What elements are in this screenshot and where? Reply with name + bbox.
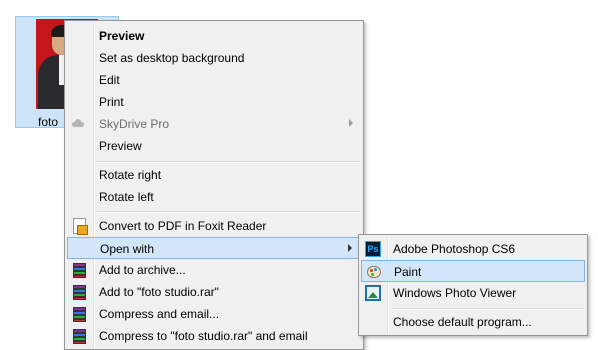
submenu-arrow-icon (348, 244, 352, 252)
pdf-icon (71, 218, 88, 235)
menu-item-rotate-left[interactable]: Rotate left (67, 186, 361, 208)
menu-item-add-to-archive[interactable]: Add to archive... (67, 259, 361, 281)
menu-item-compress-and-email[interactable]: Compress and email... (67, 303, 361, 325)
desktop[interactable]: foto Preview Set as desktop background E… (0, 0, 598, 350)
menu-item-print[interactable]: Print (67, 91, 361, 113)
paint-icon (366, 264, 382, 280)
submenu-arrow-icon (349, 119, 353, 127)
winrar-icon (71, 284, 87, 300)
menu-item-compress-to-rar-and-email[interactable]: Compress to "foto studio.rar" and email (67, 325, 361, 347)
menu-item-skydrive-pro[interactable]: SkyDrive Pro (67, 113, 361, 135)
menu-item-preview-default[interactable]: Preview (67, 25, 361, 47)
photoshop-icon: Ps (365, 241, 381, 257)
menu-item-open-with[interactable]: Open with (67, 237, 361, 259)
file-name-label: foto (38, 115, 59, 129)
menu-item-add-to-rar[interactable]: Add to "foto studio.rar" (67, 281, 361, 303)
context-menu: Preview Set as desktop background Edit P… (64, 20, 364, 350)
menu-item-preview[interactable]: Preview (67, 135, 361, 157)
submenu-item-adobe-photoshop[interactable]: Ps Adobe Photoshop CS6 (361, 238, 585, 260)
winrar-icon (71, 262, 87, 278)
menu-separator (391, 308, 585, 310)
submenu-item-windows-photo-viewer[interactable]: Windows Photo Viewer (361, 282, 585, 304)
menu-item-convert-to-pdf[interactable]: Convert to PDF in Foxit Reader (67, 215, 361, 237)
menu-item-rotate-right[interactable]: Rotate right (67, 164, 361, 186)
open-with-submenu: Ps Adobe Photoshop CS6 Paint Windows Pho… (358, 234, 588, 336)
submenu-item-paint[interactable]: Paint (361, 260, 585, 282)
submenu-item-choose-default-program[interactable]: Choose default program... (361, 311, 585, 333)
menu-item-edit[interactable]: Edit (67, 69, 361, 91)
menu-separator (97, 161, 361, 163)
cloud-icon (72, 119, 84, 127)
menu-separator (97, 211, 361, 213)
menu-item-set-desktop-background[interactable]: Set as desktop background (67, 47, 361, 69)
winrar-icon (71, 306, 87, 322)
winrar-icon (71, 328, 87, 344)
photo-viewer-icon (365, 285, 381, 301)
